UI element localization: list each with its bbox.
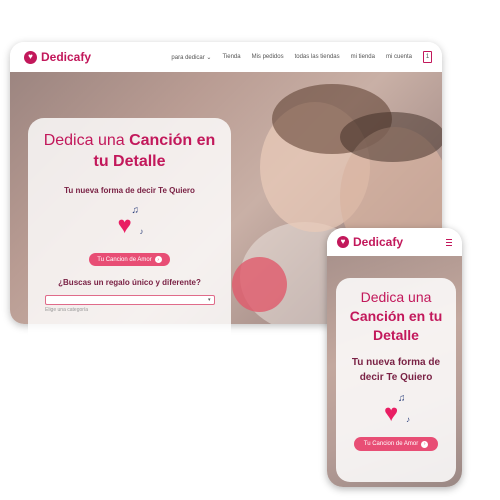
heart-music-icon: ♥ ♫ ♪ xyxy=(384,393,410,427)
nav-item-mi-tienda[interactable]: mi tienda xyxy=(351,54,375,60)
nav-item-mis-pedidos[interactable]: Mis pedidos xyxy=(252,54,284,60)
nav-item-tienda[interactable]: Tienda xyxy=(222,54,240,60)
caret-down-icon: ▾ xyxy=(207,297,211,303)
nav-item-mi-cuenta[interactable]: mi cuenta xyxy=(386,54,412,60)
hero-subtitle: Tu nueva forma de decir Te Quiero xyxy=(64,186,195,195)
logo-text: Dedicafy xyxy=(41,50,92,64)
cancion-de-amor-button[interactable]: Tu Cancion de Amor › xyxy=(89,253,170,266)
mobile-mockup: ♥ Dedicafy Dedica una Canción en tu Deta… xyxy=(327,228,462,487)
logo-text: Dedicafy xyxy=(353,235,404,249)
music-note-icon: ♫ xyxy=(398,393,406,404)
hero-photo-shape xyxy=(340,112,442,162)
desktop-hero-card: Dedica una Canción en tu Detalle Tu nuev… xyxy=(28,118,231,361)
music-note-icon: ♪ xyxy=(406,415,410,424)
music-note-icon: ♪ xyxy=(139,227,144,236)
rose-photo-shape xyxy=(232,257,287,312)
nav-item-todas-las-tiendas[interactable]: todas las tiendas xyxy=(295,54,340,60)
heart-logo-icon: ♥ xyxy=(337,236,349,248)
hero-subtitle: Tu nueva forma de decir Te Quiero xyxy=(351,357,441,383)
category-select[interactable]: ▾ xyxy=(44,295,215,305)
chevron-down-icon: ⌄ xyxy=(206,54,212,61)
desktop-navbar: ♥ Dedicafy para dedicar ⌄ Tienda Mis ped… xyxy=(10,42,442,72)
cart-icon[interactable]: 1 xyxy=(423,51,432,63)
mobile-hero-card: Dedica una Canción en tu Detalle Tu nuev… xyxy=(336,278,456,482)
category-select-hint: Elige una categoría xyxy=(45,307,89,313)
hamburger-menu-icon[interactable] xyxy=(446,238,452,246)
heart-logo-icon: ♥ xyxy=(24,50,37,64)
heart-music-icon: ♥ ♫ ♪ xyxy=(117,205,144,239)
hero-title: Dedica una Canción en tu Detalle xyxy=(349,289,443,343)
logo[interactable]: ♥ Dedicafy xyxy=(24,50,91,64)
nav-item-para-dedicar[interactable]: para dedicar ⌄ xyxy=(171,54,211,61)
mobile-navbar: ♥ Dedicafy xyxy=(327,228,462,256)
desktop-menu: para dedicar ⌄ Tienda Mis pedidos todas … xyxy=(171,51,432,63)
arrow-right-icon: › xyxy=(421,440,429,448)
cart-count: 1 xyxy=(425,54,430,60)
music-note-icon: ♫ xyxy=(131,205,140,216)
arrow-right-icon: › xyxy=(154,256,162,263)
logo[interactable]: ♥ Dedicafy xyxy=(337,235,403,249)
cancion-de-amor-button[interactable]: Tu Cancion de Amor › xyxy=(353,437,439,451)
gift-question: ¿Buscas un regalo único y diferente? xyxy=(58,278,201,287)
hero-title: Dedica una Canción en tu Detalle xyxy=(43,132,216,170)
